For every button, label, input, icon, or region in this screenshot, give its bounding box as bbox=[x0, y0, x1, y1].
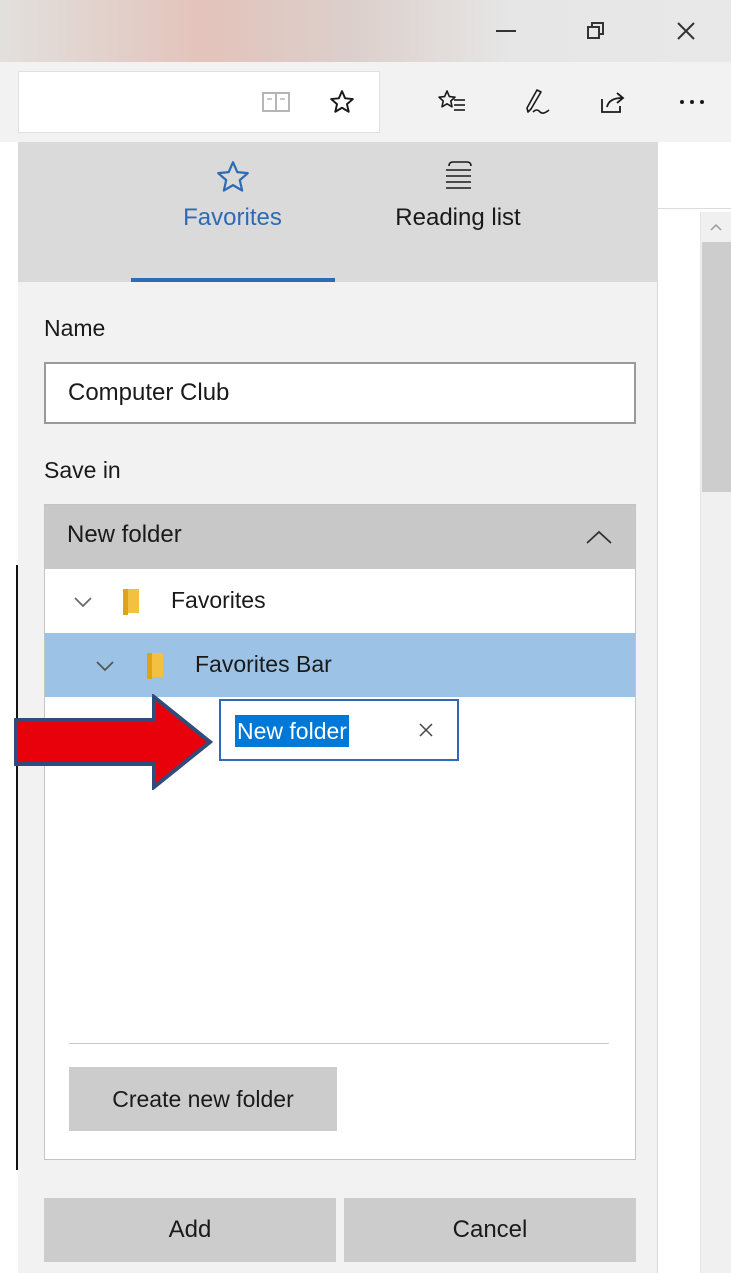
add-button[interactable]: Add bbox=[44, 1198, 336, 1262]
new-folder-name-input[interactable]: New folder bbox=[219, 699, 459, 761]
chevron-down-icon bbox=[96, 661, 114, 672]
tab-favorites[interactable]: Favorites bbox=[130, 160, 335, 260]
name-input[interactable]: Computer Club bbox=[44, 362, 636, 424]
star-outline-icon bbox=[216, 161, 249, 192]
share-icon bbox=[601, 92, 625, 113]
tab-favorites-label: Favorites bbox=[183, 204, 282, 231]
folder-icon bbox=[123, 589, 139, 615]
add-to-favorites-button[interactable] bbox=[320, 80, 364, 124]
chevron-up-icon bbox=[709, 223, 722, 231]
tab-reading-list[interactable]: Reading list bbox=[358, 160, 558, 260]
pen-icon bbox=[526, 89, 550, 114]
favorites-hub-icon bbox=[438, 90, 465, 111]
folder-icon bbox=[147, 653, 163, 679]
scroll-up-button[interactable] bbox=[700, 212, 731, 242]
tree-item-favorites[interactable]: Favorites bbox=[45, 569, 635, 633]
tab-reading-list-label: Reading list bbox=[395, 204, 521, 231]
restore-icon bbox=[587, 22, 604, 39]
share-button[interactable] bbox=[590, 80, 634, 124]
chevron-up-icon bbox=[586, 530, 612, 544]
close-icon bbox=[677, 22, 695, 40]
close-icon bbox=[419, 723, 433, 737]
hub-button[interactable] bbox=[430, 80, 474, 124]
chevron-down-icon bbox=[74, 597, 92, 608]
annotation-arrow-icon bbox=[14, 694, 214, 790]
collapse-button[interactable] bbox=[581, 519, 617, 555]
hub-tabs: Favorites Reading list bbox=[18, 142, 658, 282]
folder-picker-divider bbox=[69, 1043, 609, 1044]
folder-picker-header[interactable]: New folder bbox=[45, 505, 635, 569]
active-tab-indicator bbox=[131, 278, 335, 282]
reading-list-icon bbox=[446, 161, 472, 189]
restore-button[interactable] bbox=[564, 0, 628, 62]
reading-view-button[interactable] bbox=[254, 80, 298, 124]
name-label: Name bbox=[44, 315, 106, 341]
scrollbar-thumb[interactable] bbox=[702, 242, 731, 492]
new-folder-name-text: New folder bbox=[235, 715, 349, 747]
more-icon bbox=[680, 100, 704, 104]
tree-item-favorites-bar[interactable]: Favorites Bar bbox=[45, 633, 635, 697]
save-in-folder-picker: New folder Favorites Favorites Bar New f… bbox=[44, 504, 636, 1160]
star-icon bbox=[330, 90, 354, 113]
close-window-button[interactable] bbox=[654, 0, 718, 62]
tree-item-label: Favorites bbox=[171, 587, 266, 613]
tree-item-label: Favorites Bar bbox=[195, 651, 332, 677]
selected-folder-label: New folder bbox=[67, 521, 182, 548]
title-bar bbox=[0, 0, 731, 62]
web-note-button[interactable] bbox=[514, 80, 558, 124]
more-button[interactable] bbox=[670, 80, 714, 124]
cancel-button[interactable]: Cancel bbox=[344, 1198, 636, 1262]
book-icon bbox=[262, 92, 290, 112]
minimize-icon bbox=[496, 30, 516, 32]
clear-input-button[interactable] bbox=[413, 717, 439, 743]
save-in-label: Save in bbox=[44, 457, 121, 483]
create-new-folder-button[interactable]: Create new folder bbox=[69, 1067, 337, 1131]
minimize-button[interactable] bbox=[474, 0, 538, 62]
page-divider bbox=[658, 208, 731, 209]
